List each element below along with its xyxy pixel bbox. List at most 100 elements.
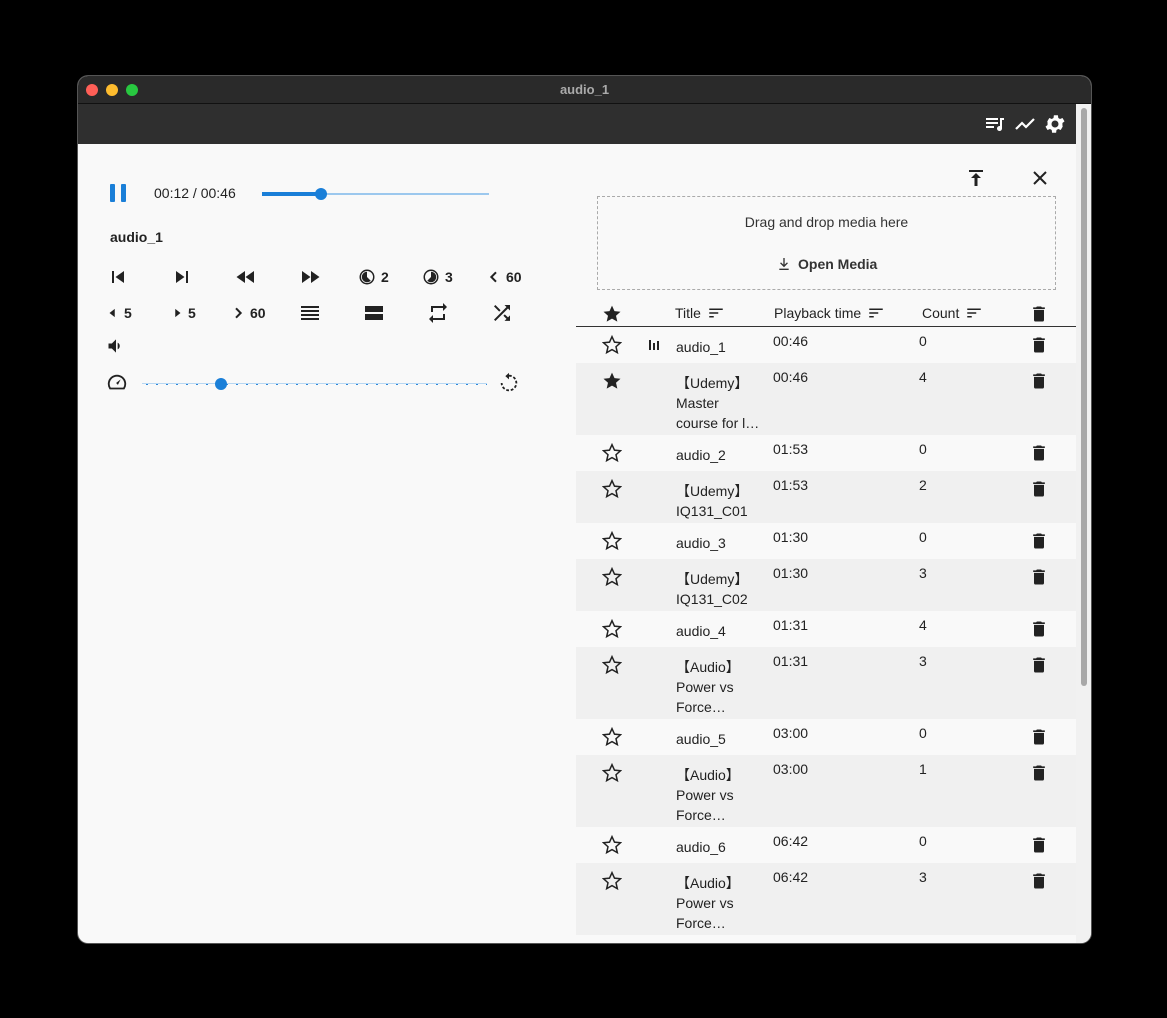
table-row[interactable]: audio_6 06:42 0 [576,827,1076,863]
fast-forward-icon[interactable] [298,265,322,289]
app-bar [78,104,1076,144]
forward-60-button[interactable]: 60 [230,302,266,324]
forward-5-button[interactable]: 5 [170,302,196,324]
speed-knob[interactable] [215,378,228,390]
speed-3-button[interactable]: 3 [422,266,453,288]
table-row[interactable]: audio_4 01:31 4 [576,611,1076,647]
pause-icon[interactable] [106,181,130,205]
playlist-icon[interactable] [983,112,1007,136]
list-view-icon[interactable] [298,301,322,325]
row-title: 【Udemy】 IQ131_C01 [676,483,749,519]
star-outline-icon[interactable] [602,443,622,463]
forward-5-label: 5 [188,305,196,321]
table-row[interactable]: audio_5 03:00 0 [576,719,1076,755]
title-column-header[interactable]: Title [675,304,725,322]
table-row[interactable]: audio_2 01:53 0 [576,435,1076,471]
delete-icon[interactable] [1029,619,1049,639]
count-column-header[interactable]: Count [922,304,983,322]
row-count: 0 [919,725,927,741]
row-count: 3 [919,869,927,885]
move-to-top-icon[interactable] [964,166,988,190]
star-filled-icon[interactable] [602,371,622,391]
back-5-button[interactable]: 5 [106,302,132,324]
reset-speed-icon[interactable] [498,372,520,394]
delete-icon[interactable] [1029,479,1049,499]
row-playback-time: 03:00 [773,761,809,777]
delete-icon[interactable] [1029,835,1049,855]
skip-previous-icon[interactable] [106,265,130,289]
star-outline-icon[interactable] [602,335,622,355]
repeat-icon[interactable] [426,301,450,325]
delete-icon[interactable] [1029,443,1049,463]
download-icon [779,258,789,270]
row-title: 【Udemy】 Master course for l… [676,375,760,431]
skip-next-icon[interactable] [170,265,194,289]
row-count: 3 [919,565,927,581]
table-header: Title Playback time Count [576,300,1076,327]
title-header-label: Title [675,305,701,321]
playlist-table-body: audio_1 00:46 0 【Udemy】 Master course for l… [576,327,1076,935]
row-count: 0 [919,441,927,457]
forward-60-label: 60 [250,305,266,321]
speed-3-label: 3 [445,269,453,285]
star-outline-icon[interactable] [602,479,622,499]
row-count: 1 [919,761,927,777]
close-icon[interactable] [1028,166,1052,190]
rewind-icon[interactable] [234,265,258,289]
star-outline-icon[interactable] [602,567,622,587]
star-outline-icon[interactable] [602,871,622,891]
delete-icon[interactable] [1029,567,1049,587]
back-60-button[interactable]: 60 [486,266,522,288]
view-stream-icon[interactable] [362,301,386,325]
row-playback-time: 06:42 [773,869,809,885]
scrollbar-thumb[interactable] [1081,108,1087,686]
star-outline-icon[interactable] [602,655,622,675]
playback-time-column-header[interactable]: Playback time [774,304,885,322]
delete-icon[interactable] [1029,727,1049,747]
row-playback-time: 01:30 [773,529,809,545]
sort-icon [869,308,883,318]
delete-icon[interactable] [1029,371,1049,391]
star-outline-icon[interactable] [602,619,622,639]
row-playback-time: 01:30 [773,565,809,581]
chevron-left-icon [489,271,497,283]
open-media-button[interactable]: Open Media [776,252,877,276]
table-row[interactable]: 【Udemy】 IQ131_C02 01:30 3 [576,559,1076,611]
settings-icon[interactable] [1043,112,1067,136]
row-count: 4 [919,369,927,385]
star-outline-icon[interactable] [602,531,622,551]
back-5-label: 5 [124,305,132,321]
delete-icon[interactable] [1029,531,1049,551]
table-row[interactable]: audio_1 00:46 0 [576,327,1076,363]
progress-knob[interactable] [315,188,328,200]
star-filled-icon[interactable] [602,304,622,324]
chevron-right-icon [235,307,243,319]
table-row[interactable]: 【Audio】 Power vs Force… 06:42 3 [576,863,1076,935]
star-outline-icon[interactable] [602,835,622,855]
shuffle-icon[interactable] [490,301,514,325]
table-row[interactable]: audio_3 01:30 0 [576,523,1076,559]
trending-icon[interactable] [1013,112,1037,136]
delete-all-icon[interactable] [1029,304,1049,324]
speed-slider[interactable] [142,374,487,394]
row-title: 【Audio】 Power vs Force… [676,875,740,931]
volume-icon[interactable] [106,336,126,356]
row-playback-time: 01:53 [773,441,809,457]
delete-icon[interactable] [1029,335,1049,355]
delete-icon[interactable] [1029,655,1049,675]
media-dropzone[interactable]: Drag and drop media here Open Media [597,196,1056,290]
progress-slider[interactable] [262,184,489,204]
speedometer-icon[interactable] [106,372,128,394]
table-row[interactable]: 【Udemy】 IQ131_C01 01:53 2 [576,471,1076,523]
speed-2-button[interactable]: 2 [358,266,389,288]
sort-icon [709,308,723,318]
delete-icon[interactable] [1029,763,1049,783]
delete-icon[interactable] [1029,871,1049,891]
table-row[interactable]: 【Audio】 Power vs Force… 01:31 3 [576,647,1076,719]
star-outline-icon[interactable] [602,727,622,747]
table-row[interactable]: 【Udemy】 Master course for l… 00:46 4 [576,363,1076,435]
table-row[interactable]: 【Audio】 Power vs Force… 03:00 1 [576,755,1076,827]
now-playing-icon [649,340,659,350]
row-playback-time: 03:00 [773,725,809,741]
star-outline-icon[interactable] [602,763,622,783]
